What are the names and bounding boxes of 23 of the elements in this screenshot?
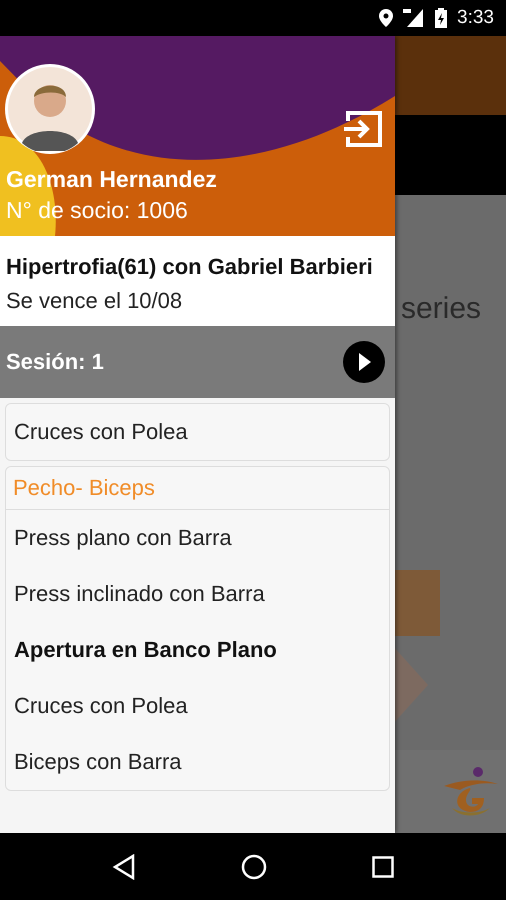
exercise-item[interactable]: Apertura en Banco Plano	[6, 622, 389, 678]
home-icon[interactable]	[240, 854, 267, 880]
exercise-item[interactable]: Cruces con Polea	[6, 678, 389, 734]
clock: 3:33	[457, 7, 494, 29]
exercise-item[interactable]: Press inclinado con Barra	[6, 566, 389, 622]
start-button[interactable]	[395, 570, 440, 636]
location-icon	[379, 9, 394, 27]
back-icon[interactable]	[112, 854, 136, 880]
battery-icon	[435, 8, 448, 28]
plan-expiry: Se vence el 10/08	[6, 287, 184, 315]
session-label: Sesión: 1	[6, 349, 104, 375]
recents-icon[interactable]	[372, 856, 394, 878]
background-text: series	[401, 292, 482, 326]
signal-icon	[403, 9, 426, 27]
exercise-item[interactable]: Biceps con Barra	[6, 734, 389, 790]
plan-title: Hipertrofia(61) con Gabriel Barbieri	[6, 253, 374, 281]
member-number: N° de socio: 1006	[6, 197, 189, 224]
exercise-item[interactable]: Cruces con Polea	[6, 404, 389, 460]
group-title: Pecho- Biceps	[6, 467, 389, 510]
exercise-item[interactable]: Press plano con Barra	[6, 510, 389, 566]
play-icon[interactable]	[343, 341, 385, 383]
user-name: German Hernandez	[6, 166, 218, 193]
logout-icon[interactable]	[344, 109, 384, 149]
